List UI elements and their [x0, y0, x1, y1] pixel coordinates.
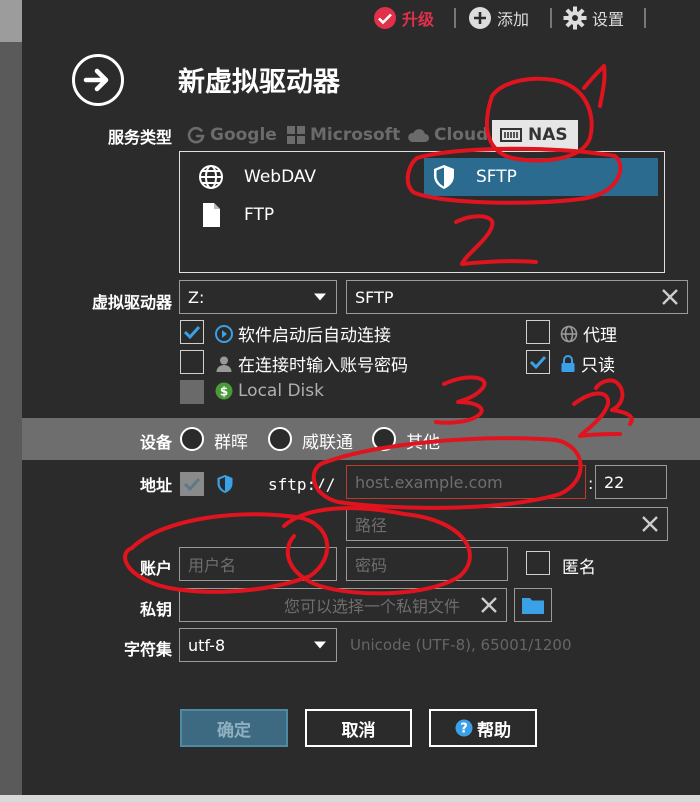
left-scrollbar[interactable]: [0, 0, 22, 802]
annotation-circle-username: [123, 512, 330, 594]
red-annotations-overlay: [123, 64, 634, 596]
annotation-circle-host: [311, 436, 583, 510]
scrollbar-thumb[interactable]: [0, 0, 22, 42]
annotation-mark-2a: [454, 214, 538, 266]
annotation-mark-2b: [572, 378, 634, 438]
annotation-mark-3: [434, 375, 487, 425]
bottom-edge: [0, 795, 700, 802]
new-virtual-drive-dialog: 升级 添加 设置 新虚拟驱动器 服务类型 Google Microsoft Cl…: [22, 0, 700, 795]
